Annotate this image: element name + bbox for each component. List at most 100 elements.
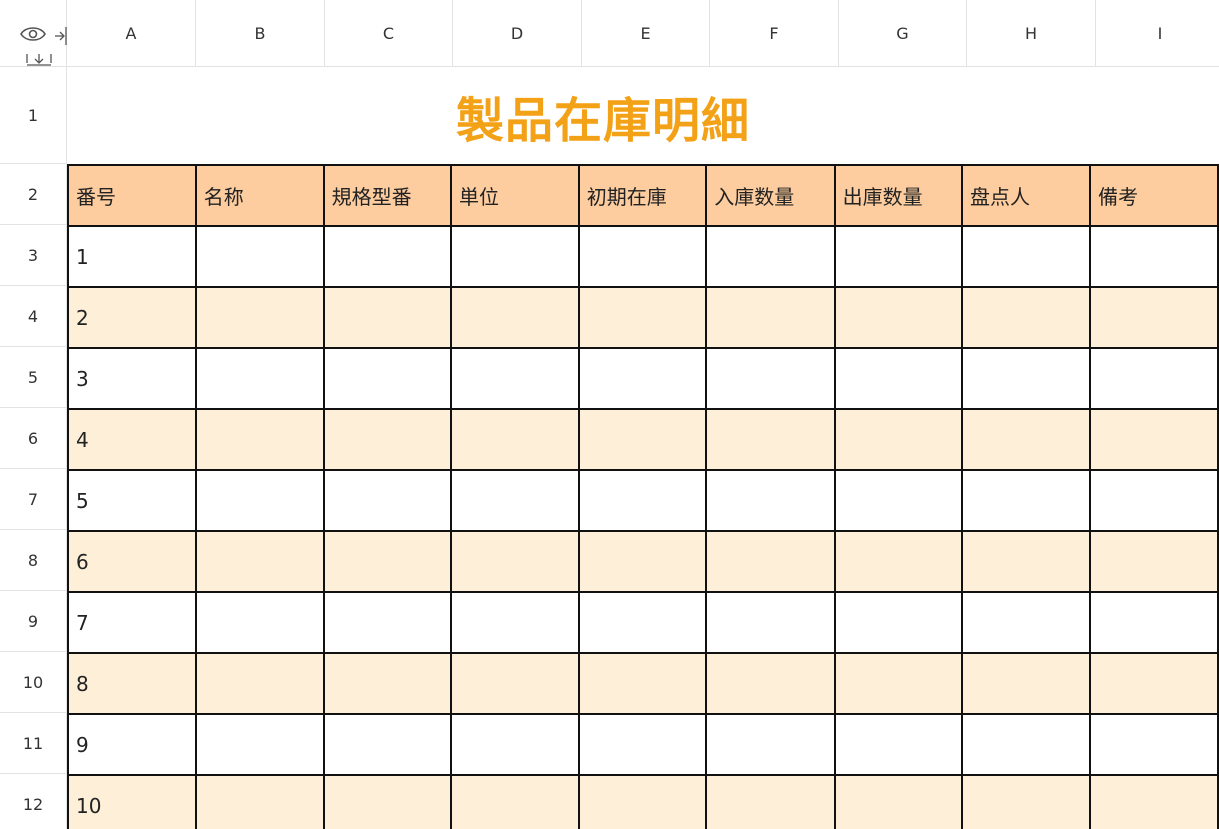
table-cell[interactable] <box>1089 225 1219 288</box>
table-cell[interactable] <box>577 774 708 829</box>
table-cell[interactable] <box>577 347 708 410</box>
row-header-7[interactable]: 7 <box>0 469 67 530</box>
column-header-a[interactable]: A <box>67 0 196 67</box>
header-cell-counter[interactable]: 盘点人 <box>960 164 1092 227</box>
table-cell[interactable] <box>833 530 964 593</box>
table-cell[interactable] <box>577 713 708 776</box>
table-cell[interactable] <box>960 286 1092 349</box>
cell-number[interactable]: 6 <box>67 530 197 593</box>
table-cell[interactable] <box>194 286 325 349</box>
header-cell-spec[interactable]: 規格型番 <box>322 164 453 227</box>
table-cell[interactable] <box>450 713 580 776</box>
cell-number[interactable]: 7 <box>67 591 197 654</box>
table-cell[interactable] <box>450 774 580 829</box>
cell-number[interactable]: 2 <box>67 286 197 349</box>
table-cell[interactable] <box>194 225 325 288</box>
table-cell[interactable] <box>194 408 325 471</box>
table-cell[interactable] <box>960 652 1092 715</box>
title-cell[interactable]: 製品在庫明細 <box>67 67 1219 164</box>
table-cell[interactable] <box>450 347 580 410</box>
table-cell[interactable] <box>194 347 325 410</box>
row-header-12[interactable]: 12 <box>0 774 67 829</box>
column-header-f[interactable]: F <box>710 0 839 67</box>
row-header-8[interactable]: 8 <box>0 530 67 591</box>
table-cell[interactable] <box>450 530 580 593</box>
table-cell[interactable] <box>960 225 1092 288</box>
table-cell[interactable] <box>1089 286 1219 349</box>
cell-number[interactable]: 10 <box>67 774 197 829</box>
table-cell[interactable] <box>833 713 964 776</box>
cell-number[interactable]: 5 <box>67 469 197 532</box>
table-cell[interactable] <box>194 713 325 776</box>
table-cell[interactable] <box>194 530 325 593</box>
table-cell[interactable] <box>1089 713 1219 776</box>
table-cell[interactable] <box>577 408 708 471</box>
table-cell[interactable] <box>1089 408 1219 471</box>
table-cell[interactable] <box>705 469 836 532</box>
table-cell[interactable] <box>577 652 708 715</box>
table-cell[interactable] <box>194 652 325 715</box>
table-cell[interactable] <box>833 286 964 349</box>
table-cell[interactable] <box>705 225 836 288</box>
table-cell[interactable] <box>322 530 453 593</box>
column-header-d[interactable]: D <box>453 0 582 67</box>
table-cell[interactable] <box>322 774 453 829</box>
table-cell[interactable] <box>960 530 1092 593</box>
table-cell[interactable] <box>833 347 964 410</box>
row-header-1[interactable]: 1 <box>0 67 67 164</box>
cell-number[interactable]: 9 <box>67 713 197 776</box>
column-header-e[interactable]: E <box>582 0 710 67</box>
table-cell[interactable] <box>833 408 964 471</box>
table-cell[interactable] <box>960 591 1092 654</box>
table-cell[interactable] <box>1089 347 1219 410</box>
table-cell[interactable] <box>194 469 325 532</box>
header-cell-outbound-qty[interactable]: 出庫数量 <box>833 164 964 227</box>
table-cell[interactable] <box>833 652 964 715</box>
row-header-5[interactable]: 5 <box>0 347 67 408</box>
row-header-6[interactable]: 6 <box>0 408 67 469</box>
table-cell[interactable] <box>960 713 1092 776</box>
table-cell[interactable] <box>1089 469 1219 532</box>
table-cell[interactable] <box>833 469 964 532</box>
table-cell[interactable] <box>194 591 325 654</box>
table-cell[interactable] <box>705 652 836 715</box>
table-cell[interactable] <box>194 774 325 829</box>
table-cell[interactable] <box>450 286 580 349</box>
table-cell[interactable] <box>1089 530 1219 593</box>
table-cell[interactable] <box>450 652 580 715</box>
table-cell[interactable] <box>322 225 453 288</box>
table-cell[interactable] <box>1089 652 1219 715</box>
column-header-i[interactable]: I <box>1096 0 1219 67</box>
table-cell[interactable] <box>960 774 1092 829</box>
table-cell[interactable] <box>577 530 708 593</box>
cell-number[interactable]: 1 <box>67 225 197 288</box>
table-cell[interactable] <box>450 469 580 532</box>
header-cell-name[interactable]: 名称 <box>194 164 325 227</box>
row-header-10[interactable]: 10 <box>0 652 67 713</box>
table-cell[interactable] <box>705 347 836 410</box>
header-cell-unit[interactable]: 単位 <box>450 164 580 227</box>
table-cell[interactable] <box>833 591 964 654</box>
header-cell-notes[interactable]: 備考 <box>1089 164 1219 227</box>
table-cell[interactable] <box>450 225 580 288</box>
table-cell[interactable] <box>705 713 836 776</box>
cell-number[interactable]: 4 <box>67 408 197 471</box>
table-cell[interactable] <box>833 225 964 288</box>
table-cell[interactable] <box>960 408 1092 471</box>
row-header-11[interactable]: 11 <box>0 713 67 774</box>
table-cell[interactable] <box>705 591 836 654</box>
table-cell[interactable] <box>322 286 453 349</box>
row-header-2[interactable]: 2 <box>0 164 67 225</box>
table-cell[interactable] <box>322 469 453 532</box>
table-cell[interactable] <box>1089 774 1219 829</box>
column-header-g[interactable]: G <box>839 0 967 67</box>
table-cell[interactable] <box>450 408 580 471</box>
table-cell[interactable] <box>322 713 453 776</box>
select-all-corner[interactable] <box>0 0 81 79</box>
table-cell[interactable] <box>322 652 453 715</box>
header-cell-inbound-qty[interactable]: 入庫数量 <box>705 164 836 227</box>
column-header-h[interactable]: H <box>967 0 1096 67</box>
header-cell-initial-stock[interactable]: 初期在庫 <box>577 164 708 227</box>
table-cell[interactable] <box>705 530 836 593</box>
column-header-c[interactable]: C <box>325 0 453 67</box>
